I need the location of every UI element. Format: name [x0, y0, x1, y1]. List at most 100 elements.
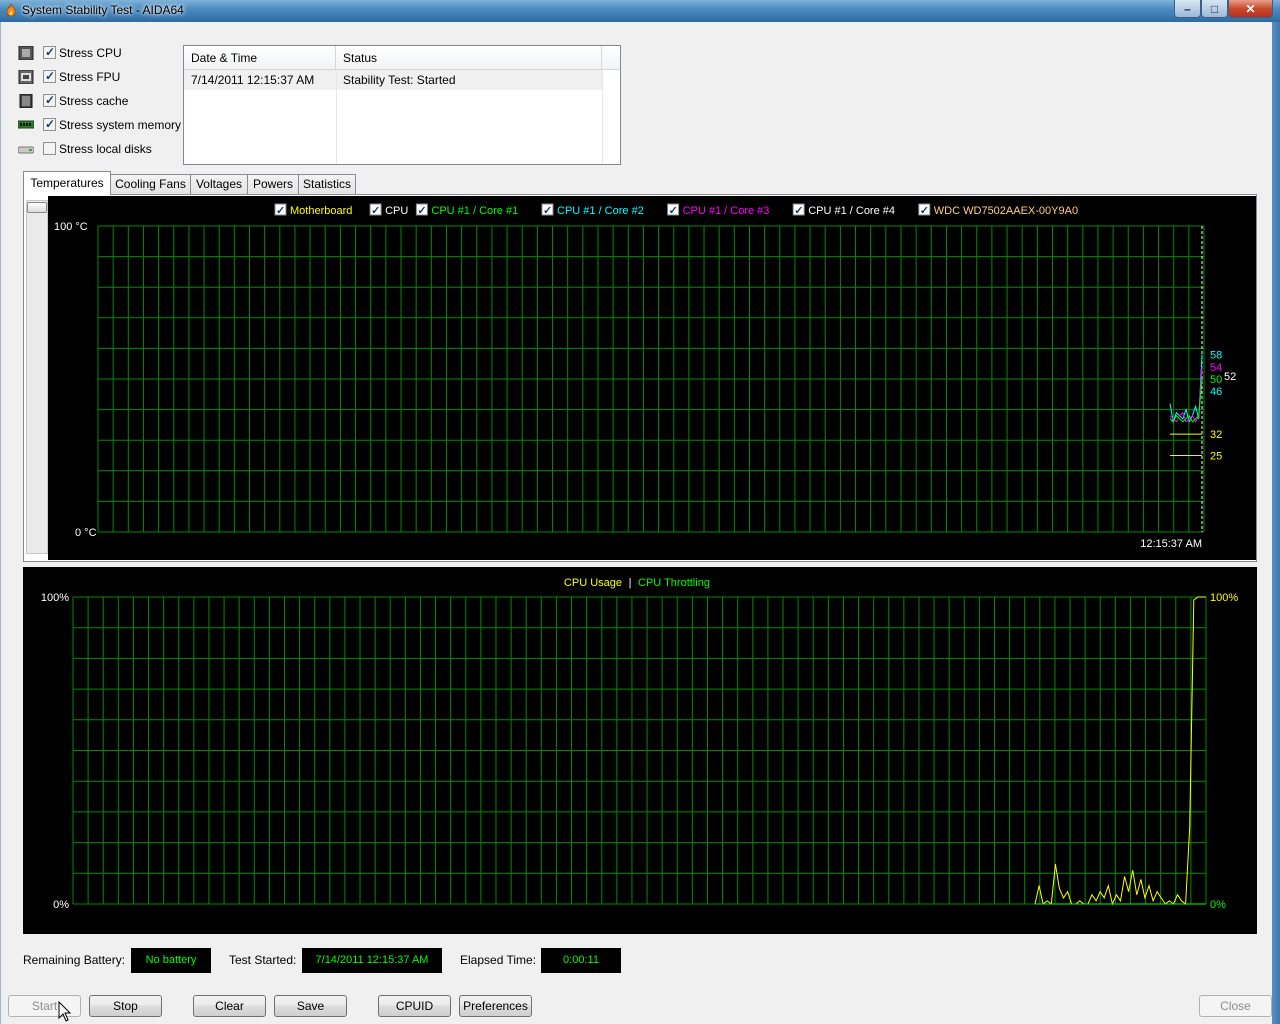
stress-disks-checkbox[interactable] [43, 142, 56, 155]
legend-item[interactable]: ✓ CPU #1 / Core #2 [541, 203, 644, 217]
stress-cache-checkbox[interactable]: ✓ [43, 93, 56, 107]
temperature-value-label: 52 [1224, 371, 1236, 383]
legend-item[interactable]: ✓ CPU [369, 203, 408, 217]
stress-option-memory[interactable]: ✓ Stress system memory [18, 116, 188, 134]
stress-disks-label: Stress local disks [59, 142, 152, 156]
check-icon: ✓ [45, 93, 56, 107]
preferences-button[interactable]: Preferences [459, 995, 532, 1017]
column-header-status[interactable]: Status [336, 46, 602, 70]
stress-option-disks[interactable]: Stress local disks [18, 140, 188, 158]
cpu-y-min-right-label: 0% [1210, 899, 1226, 911]
battery-label: Remaining Battery: [23, 953, 126, 967]
temperature-value-label: 50 [1210, 374, 1222, 386]
stress-memory-checkbox[interactable]: ✓ [43, 117, 56, 131]
temperature-series-line [1169, 354, 1203, 424]
legend-label: CPU #1 / Core #2 [557, 205, 644, 217]
check-icon: ✓ [276, 205, 285, 217]
scrollbar[interactable] [26, 200, 48, 554]
check-icon: ✓ [794, 205, 803, 217]
legend-label: CPU #1 / Core #4 [808, 205, 895, 217]
legend-item[interactable]: ✓ Motherboard [274, 203, 352, 217]
stop-button[interactable]: Stop [89, 995, 162, 1017]
check-icon: ✓ [45, 117, 56, 131]
column-header-datetime[interactable]: Date & Time [184, 46, 336, 70]
title-bar[interactable]: System Stability Test - AIDA64 – □ ✕ [0, 0, 1280, 22]
save-button[interactable]: Save [274, 995, 347, 1017]
cpu-usage-legend: CPU Usage [564, 577, 622, 589]
close-button[interactable]: Close [1199, 995, 1272, 1017]
log-header: Date & Time Status [184, 46, 620, 70]
minimize-button[interactable]: – [1174, 0, 1201, 18]
tab-powers[interactable]: Powers [247, 174, 299, 195]
battery-value: No battery [131, 948, 211, 973]
table-row[interactable]: 7/14/2011 12:15:37 AM Stability Test: St… [184, 70, 602, 90]
clear-button[interactable]: Clear [193, 995, 266, 1017]
temp-y-max-label: 100 °C [54, 221, 88, 233]
check-icon: ✓ [543, 205, 552, 217]
cpu-icon [18, 46, 34, 60]
check-icon: ✓ [45, 45, 56, 59]
minimize-icon: – [1184, 2, 1191, 16]
flame-icon [6, 3, 16, 17]
check-icon: ✓ [371, 205, 380, 217]
temperature-value-label: 58 [1210, 350, 1222, 362]
scroll-thumb[interactable] [27, 202, 47, 213]
stress-option-cpu[interactable]: ✓ Stress CPU [18, 44, 188, 62]
window-title: System Stability Test - AIDA64 [22, 3, 184, 17]
test-started-label: Test Started: [229, 953, 297, 967]
temp-time-label: 12:15:37 AM [1140, 538, 1202, 550]
temperature-value-label: 25 [1210, 451, 1222, 463]
check-icon: ✓ [920, 205, 929, 217]
close-icon: ✕ [1245, 2, 1256, 16]
temperature-chart: ✓ Motherboard ✓ CPU ✓ CPU #1 / Core #1 ✓ CPU #1… [48, 196, 1256, 560]
legend-label: WDC WD7502AAEX-00Y9A0 [934, 205, 1078, 217]
check-icon: ✓ [669, 205, 678, 217]
tab-statistics[interactable]: Statistics [298, 174, 356, 195]
test-started-value: 7/14/2011 12:15:37 AM [302, 948, 442, 973]
legend-item[interactable]: ✓ CPU #1 / Core #1 [415, 203, 518, 217]
stress-memory-label: Stress system memory [59, 118, 182, 132]
legend-label: CPU #1 / Core #1 [431, 205, 518, 217]
log-table[interactable]: Date & Time Status 7/14/2011 12:15:37 AM… [183, 45, 621, 165]
column-divider [602, 70, 603, 164]
log-datetime-cell: 7/14/2011 12:15:37 AM [191, 73, 315, 87]
legend-item[interactable]: ✓ CPU #1 / Core #4 [792, 203, 895, 217]
maximize-button[interactable]: □ [1201, 0, 1228, 18]
temperature-grid [97, 225, 1205, 533]
stress-cpu-checkbox[interactable]: ✓ [43, 45, 56, 59]
cpu-usage-chart: CPU Usage | CPU Throttling 100% 0% 100% … [23, 567, 1257, 934]
elapsed-time-value: 0:00:11 [541, 948, 621, 973]
disk-icon [18, 146, 34, 154]
stress-option-cache[interactable]: ✓ Stress cache [18, 92, 188, 110]
legend-item[interactable]: ✓ WDC WD7502AAEX-00Y9A0 [918, 203, 1078, 217]
tab-temperatures[interactable]: Temperatures [23, 171, 111, 195]
temperature-series-line [1169, 378, 1203, 423]
cache-icon [19, 94, 33, 108]
temperature-value-label: 54 [1210, 362, 1222, 374]
check-icon: ✓ [45, 69, 56, 83]
legend-label: Motherboard [290, 205, 352, 217]
maximize-icon: □ [1210, 2, 1219, 16]
cpu-y-min-left-label: 0% [53, 899, 69, 911]
mouse-cursor-icon [58, 1001, 72, 1022]
legend-label: CPU #1 / Core #3 [683, 205, 770, 217]
cpuid-button[interactable]: CPUID [378, 995, 451, 1017]
cpu-y-max-right-label: 100% [1210, 592, 1238, 604]
temperature-chart-svg: ✓ Motherboard ✓ CPU ✓ CPU #1 / Core #1 ✓ CPU #1… [54, 203, 1236, 550]
temperature-value-label: 32 [1210, 429, 1222, 441]
tab-cooling-fans[interactable]: Cooling Fans [110, 174, 191, 195]
close-window-button[interactable]: ✕ [1228, 0, 1273, 18]
stress-option-fpu[interactable]: ✓ Stress FPU [18, 68, 188, 86]
log-status-cell: Stability Test: Started [343, 73, 456, 87]
tab-voltages[interactable]: Voltages [190, 174, 248, 195]
fpu-icon [18, 70, 34, 84]
temperature-legend: ✓ Motherboard ✓ CPU ✓ CPU #1 / Core #1 ✓ CPU #1… [274, 203, 1078, 217]
check-icon: ✓ [417, 205, 426, 217]
legend-item[interactable]: ✓ CPU #1 / Core #3 [667, 203, 770, 217]
cpu-y-max-left-label: 100% [41, 592, 69, 604]
column-divider [336, 70, 337, 164]
stress-fpu-checkbox[interactable]: ✓ [43, 69, 56, 83]
temperature-value-labels: 5854525046 32 25 [1210, 350, 1236, 463]
memory-icon [18, 120, 34, 129]
temp-y-min-label: 0 °C [75, 527, 97, 539]
